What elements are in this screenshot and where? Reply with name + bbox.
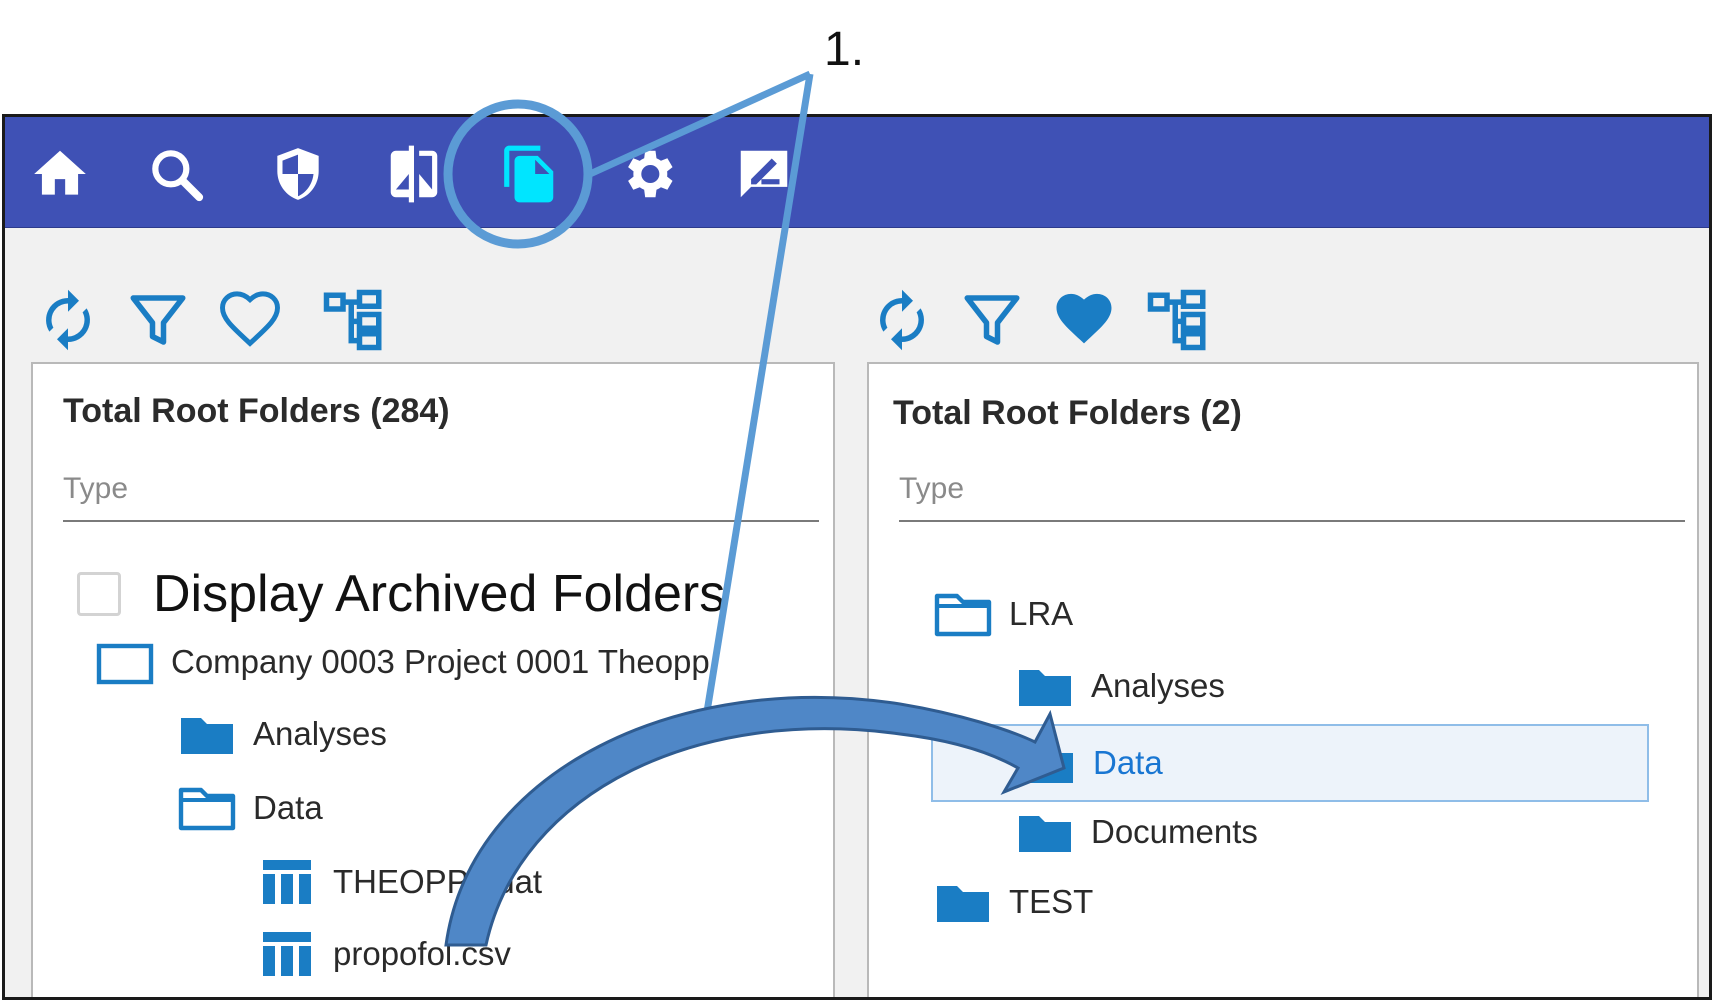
left-filter-button[interactable]: [125, 287, 191, 353]
right-tree-view-button[interactable]: [1145, 287, 1211, 353]
tree-item-company-root[interactable]: Company 0003 Project 0001 Theopp: [95, 638, 710, 686]
feedback-button[interactable]: [733, 143, 795, 205]
display-archived-row: Display Archived Folders: [77, 564, 725, 624]
table-file-icon: [263, 860, 311, 904]
tree-item-analyses[interactable]: Analyses: [177, 710, 387, 758]
tree-item-propofol-file[interactable]: propofol.csv: [257, 930, 511, 978]
right-type-input[interactable]: [899, 472, 1685, 522]
right-filter-button[interactable]: [959, 287, 1025, 353]
tree-view-icon: [323, 289, 382, 351]
tree-item-test[interactable]: TEST: [933, 878, 1093, 926]
tree-item-theopp2-file[interactable]: THEOPP2.dat: [257, 858, 542, 906]
tree-item-label: LRA: [1009, 595, 1074, 632]
right-favorite-button[interactable]: [1051, 287, 1117, 353]
tree-item-label: propofol.csv: [333, 935, 511, 972]
tree-item-label: TEST: [1009, 883, 1094, 920]
files-button[interactable]: [499, 143, 561, 205]
left-tree-view-button[interactable]: [321, 287, 387, 353]
folder-icon: [1019, 816, 1071, 852]
settings-button[interactable]: [617, 143, 679, 205]
left-type-input[interactable]: [63, 472, 819, 522]
tree-item-label: Analyses: [1091, 667, 1225, 704]
folder-icon: [1019, 670, 1071, 706]
tree-item-label: Company 0003 Project 0001 Theopp: [171, 643, 710, 680]
home-button[interactable]: [29, 143, 91, 205]
folder-outline-icon: [96, 643, 154, 685]
tree-item-data-selected[interactable]: Data: [931, 724, 1649, 802]
search-button[interactable]: [145, 143, 207, 205]
tree-item-label: Documents: [1091, 813, 1258, 850]
refresh-icon: [46, 289, 90, 351]
tree-item-label: Analyses: [253, 715, 387, 752]
step-callout-label: 1.: [824, 23, 865, 76]
folder-icon: [937, 886, 989, 922]
files-icon: [504, 145, 554, 203]
table-file-icon: [263, 932, 311, 976]
shield-icon: [277, 148, 319, 200]
gear-icon: [628, 150, 673, 198]
tree-item-label: Data: [1093, 744, 1163, 781]
tree-item-analyses[interactable]: Analyses: [1015, 662, 1225, 710]
tree-view-icon: [1147, 289, 1206, 351]
left-refresh-button[interactable]: [35, 287, 101, 353]
tree-item-documents[interactable]: Documents: [1015, 808, 1258, 856]
refresh-icon: [880, 289, 924, 351]
top-nav-bar: [5, 117, 1709, 228]
tree-item-label: THEOPP2.dat: [333, 863, 543, 900]
right-refresh-button[interactable]: [869, 287, 935, 353]
tree-item-data[interactable]: Data: [177, 784, 323, 832]
left-panel-title: Total Root Folders (284): [63, 392, 450, 430]
home-icon: [34, 150, 86, 195]
display-archived-label: Display Archived Folders: [153, 565, 726, 623]
favorite-filled-icon: [1056, 293, 1112, 344]
compare-button[interactable]: [383, 143, 445, 205]
display-archived-checkbox[interactable]: [77, 572, 121, 616]
filter-icon: [964, 295, 1020, 345]
folder-open-icon: [934, 593, 992, 637]
compare-icon: [390, 145, 438, 203]
folder-open-icon: [178, 787, 236, 831]
right-folder-panel: Total Root Folders (2) LRA Analyses Data…: [867, 362, 1699, 997]
right-panel-title: Total Root Folders (2): [893, 394, 1242, 432]
tree-item-lra[interactable]: LRA: [933, 590, 1073, 638]
search-icon: [152, 150, 204, 202]
tree-item-label: Data: [253, 789, 323, 826]
filter-icon: [130, 295, 186, 345]
folder-icon: [181, 718, 233, 754]
favorite-outline-icon: [220, 291, 280, 347]
folder-icon: [1021, 747, 1073, 783]
left-favorite-button[interactable]: [217, 287, 283, 353]
left-folder-panel: Total Root Folders (284) Display Archive…: [31, 362, 835, 997]
app-window: Total Root Folders (284) Display Archive…: [2, 114, 1712, 1000]
edit-icon: [740, 150, 788, 198]
security-button[interactable]: [267, 143, 329, 205]
